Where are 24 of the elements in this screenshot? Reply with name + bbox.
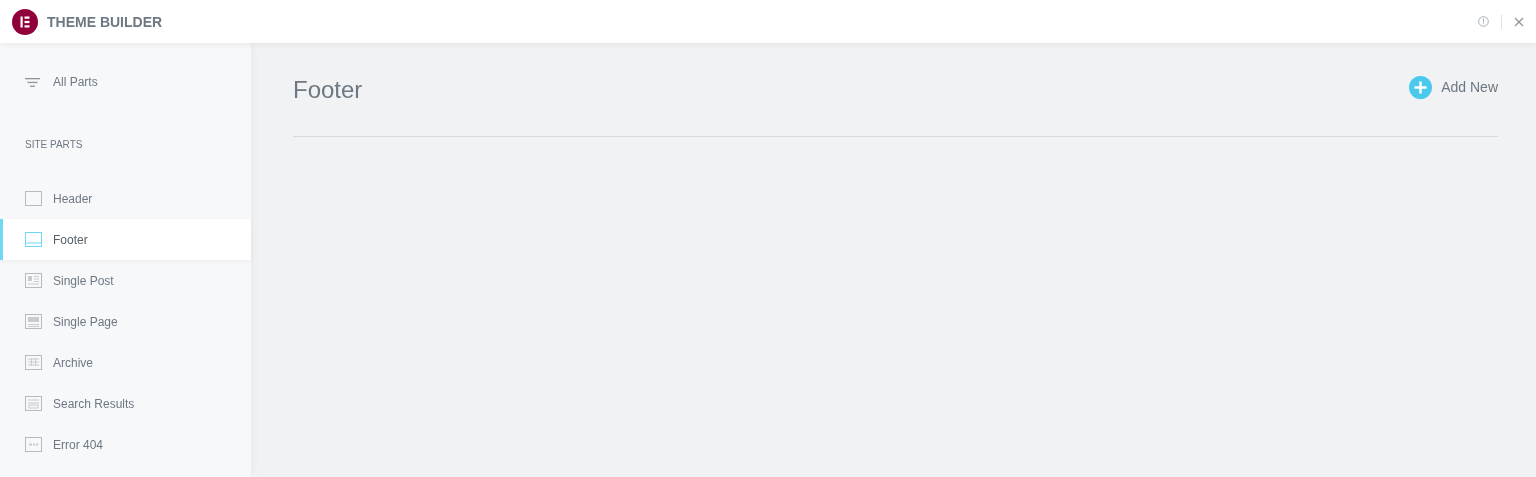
window-icon [25, 232, 42, 247]
info-icon[interactable] [1478, 16, 1489, 27]
close-icon[interactable] [1514, 16, 1524, 27]
add-new-button[interactable]: Add New [1409, 75, 1498, 99]
sidebar-item[interactable]: Archive [0, 342, 251, 383]
logo-icon [12, 8, 38, 35]
plus-icon [1409, 75, 1433, 99]
sidebar-item[interactable]: Header [0, 178, 251, 219]
sidebar-item[interactable]: Footer [0, 219, 251, 260]
sidebar-item[interactable]: Error 404 [0, 424, 251, 465]
all-parts-button[interactable]: All Parts [0, 71, 251, 93]
section-title: SITE PARTS [24, 139, 84, 150]
badge-icon [25, 437, 42, 452]
layout-icon [25, 314, 42, 329]
layout-icon [25, 396, 42, 411]
app-title: THEME BUILDER [47, 13, 163, 30]
layout-icon [25, 355, 42, 370]
sidebar-item[interactable]: Single Page [0, 301, 251, 342]
sidebar-item[interactable]: Single Post [0, 260, 251, 301]
page-title: Footer [293, 75, 363, 104]
layout-icon [25, 273, 42, 288]
window-icon [25, 191, 42, 206]
filter-icon [25, 77, 40, 87]
sidebar-item[interactable]: Search Results [0, 383, 251, 424]
